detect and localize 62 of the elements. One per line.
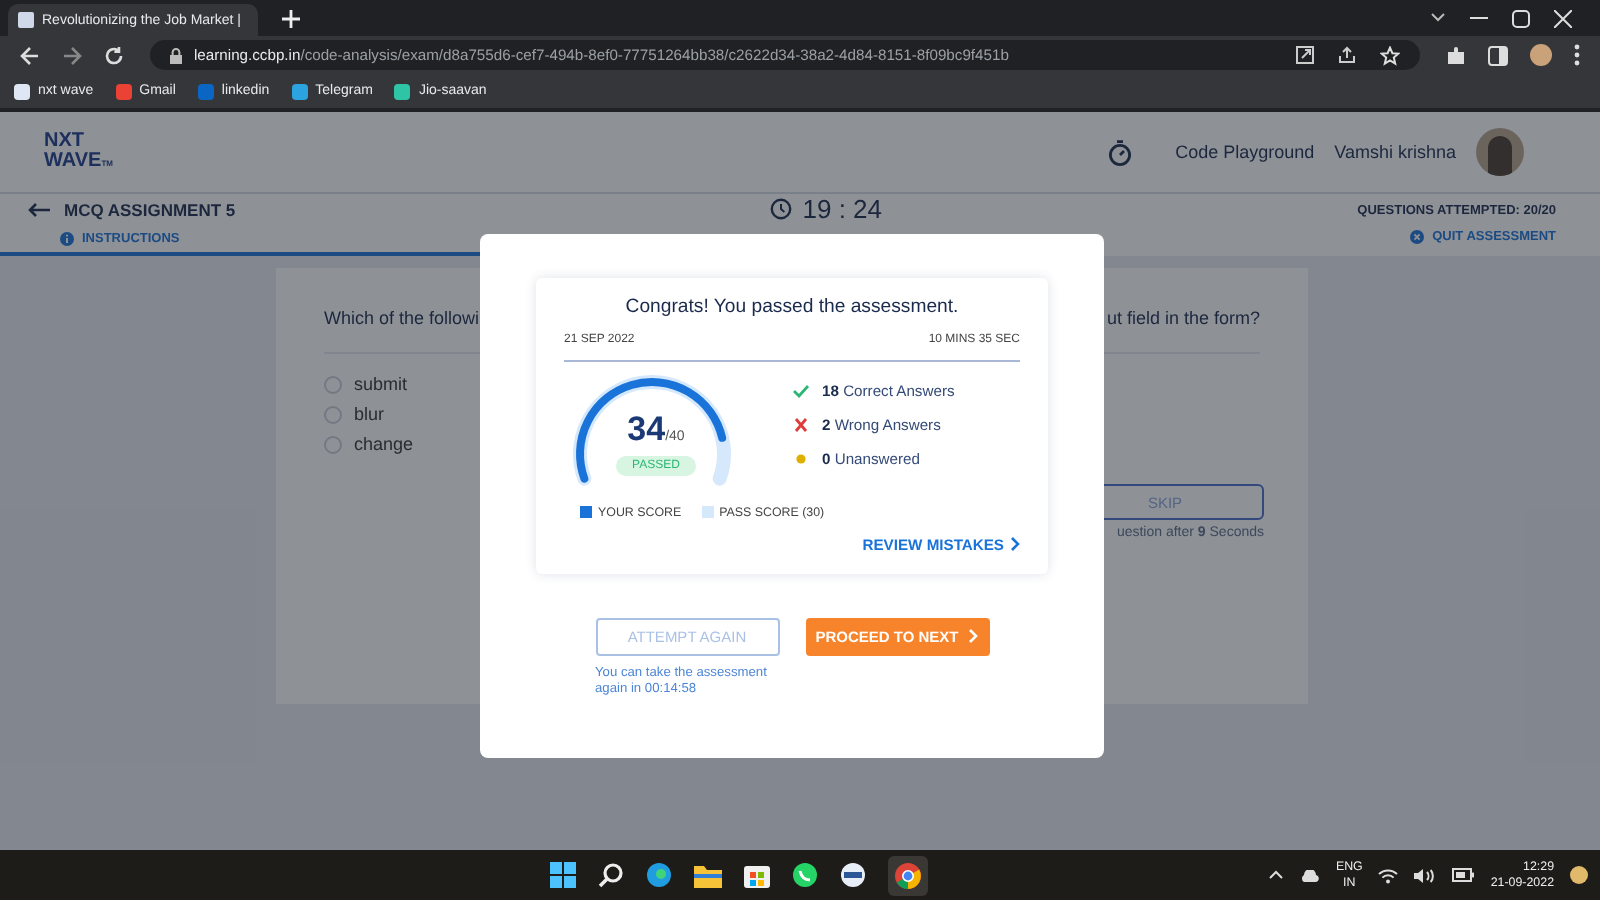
search-icon[interactable] xyxy=(598,862,625,888)
user-name: Vamshi krishna xyxy=(1334,142,1456,162)
forward-icon[interactable] xyxy=(62,45,82,65)
bookmark-icon xyxy=(115,83,132,99)
cloud-icon[interactable] xyxy=(1299,869,1320,881)
cross-icon xyxy=(792,417,810,431)
wifi-icon[interactable] xyxy=(1378,867,1399,883)
lock-icon xyxy=(170,47,182,63)
battery-icon[interactable] xyxy=(1452,868,1475,882)
assignment-title: MCQ ASSIGNMENT 5 xyxy=(64,200,236,220)
stopwatch-icon[interactable] xyxy=(1107,139,1132,165)
chrome-icon[interactable] xyxy=(894,861,923,889)
avatar-icon[interactable] xyxy=(1530,44,1552,66)
chevron-up-icon[interactable] xyxy=(1267,870,1284,880)
avatar[interactable] xyxy=(1476,128,1524,176)
close-icon[interactable] xyxy=(1554,9,1572,27)
app-icon[interactable] xyxy=(840,862,867,888)
speaker-icon[interactable] xyxy=(1414,867,1437,883)
radio-button[interactable] xyxy=(324,435,342,453)
back-arrow-icon[interactable] xyxy=(28,202,50,218)
bookmark-icon xyxy=(197,83,214,99)
playground-link[interactable]: Code Playground xyxy=(1175,142,1315,162)
windows-icon[interactable] xyxy=(550,862,577,888)
star-icon[interactable] xyxy=(1380,45,1400,65)
question-text: Which of the followi xyxy=(324,308,480,328)
answer-option[interactable]: blur xyxy=(324,404,414,424)
back-icon[interactable] xyxy=(20,45,40,65)
legend-swatch xyxy=(580,506,592,518)
reload-icon[interactable] xyxy=(104,45,124,65)
radio-button[interactable] xyxy=(324,405,342,423)
check-icon xyxy=(792,383,810,397)
timer: 19 : 24 xyxy=(235,196,1358,222)
site-icon xyxy=(18,12,34,28)
close-icon xyxy=(1410,229,1425,243)
chevron-icon[interactable] xyxy=(1430,12,1446,24)
sidebar-icon[interactable] xyxy=(1488,45,1508,65)
clock-icon xyxy=(770,198,793,220)
radio-button[interactable] xyxy=(324,375,342,393)
upload-icon[interactable] xyxy=(1338,46,1356,64)
bookmark-icon xyxy=(291,83,308,99)
folder-icon[interactable] xyxy=(694,863,723,887)
more-icon[interactable] xyxy=(1574,44,1580,66)
maximize-icon[interactable] xyxy=(1512,9,1530,27)
browser-icon[interactable] xyxy=(646,862,673,888)
minimize-icon[interactable] xyxy=(1470,16,1488,20)
new-tab-icon[interactable] xyxy=(282,9,300,27)
dot-icon xyxy=(792,451,810,465)
notification-icon[interactable] xyxy=(1570,866,1589,884)
question-text: ut field in the form? xyxy=(1106,308,1260,328)
chevron-icon xyxy=(968,628,979,644)
chat-icon[interactable] xyxy=(792,862,819,888)
answer-option[interactable]: submit xyxy=(324,374,414,394)
share-icon[interactable] xyxy=(1296,46,1314,64)
info-icon xyxy=(60,232,74,246)
score-value: 34 xyxy=(627,409,666,447)
answer-option[interactable]: change xyxy=(324,434,414,454)
bookmark-icon xyxy=(394,83,411,99)
store-icon[interactable] xyxy=(744,862,771,888)
result-heading: Congrats! You passed the assessment. xyxy=(623,295,961,317)
bookmark-icon xyxy=(14,83,30,99)
legend-swatch xyxy=(701,506,714,518)
chevron-icon xyxy=(1010,536,1020,552)
